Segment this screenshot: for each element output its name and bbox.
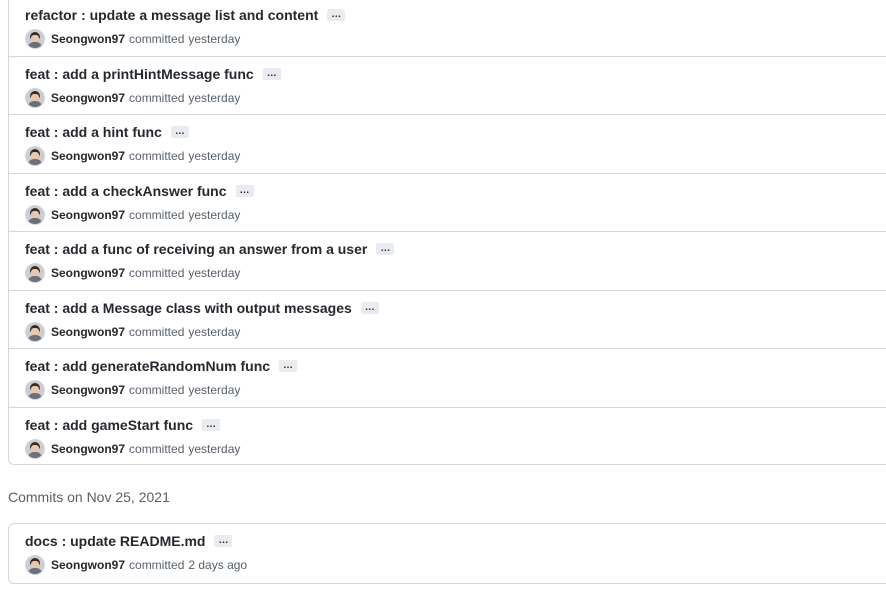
commit-message-link[interactable]: feat : add a checkAnswer func [25,183,227,199]
ellipsis-button[interactable]: … [262,67,281,80]
ellipsis-button[interactable]: … [279,360,298,372]
commit-title-line: feat : add a hint func … [25,124,189,140]
commit-author-link[interactable]: Seongwon97 [51,91,125,105]
avatar[interactable] [25,380,45,400]
commit-meta-line: Seongwon97 committed yesterday [25,321,241,342]
commit-message-link[interactable]: feat : add a printHintMessage func [25,66,254,82]
commit-row: feat : add a Message class with output m… [9,291,886,349]
commit-row: feat : add generateRandomNum func … Seon… [9,349,886,408]
commit-action: committed [129,207,185,222]
commit-time: yesterday [188,383,241,397]
commit-title-line: docs : update README.md … [25,533,233,549]
ellipsis-button[interactable]: … [170,126,189,138]
commit-time: 2 days ago [188,558,248,572]
commit-action: committed [129,441,185,456]
avatar[interactable] [25,438,45,459]
avatar[interactable] [25,146,45,166]
commit-meta-line: Seongwon97 committed yesterday [25,438,241,459]
avatar[interactable] [25,204,45,225]
commit-author-link[interactable]: Seongwon97 [51,325,125,339]
commit-meta-line: Seongwon97 committed yesterday [25,263,240,283]
ellipsis-button[interactable]: … [376,243,395,255]
avatar[interactable] [25,29,45,49]
commit-meta-line: Seongwon97 committed yesterday [25,29,240,49]
commit-title-line: refactor : update a message list and con… [25,7,346,23]
commit-row: feat : add a hint func … Seongwon97 comm… [9,115,886,174]
commit-meta-line: Seongwon97 committed yesterday [25,146,240,166]
commit-time: yesterday [188,32,241,46]
commit-title-line: feat : add generateRandomNum func … [25,358,298,374]
ellipsis-button[interactable]: … [235,184,254,197]
commit-list-group-1: refactor : update a message list and con… [8,0,886,465]
commit-time: yesterday [188,266,241,280]
commit-action: committed [129,324,185,339]
commits-date-heading: Commits on Nov 25, 2021 [8,489,170,505]
commit-action: committed [129,383,185,397]
commit-author-link[interactable]: Seongwon97 [51,149,125,163]
commit-row: docs : update README.md … Seongwon97 com… [9,524,886,583]
avatar[interactable] [25,263,45,283]
commit-action: committed [129,558,185,572]
commit-author-link[interactable]: Seongwon97 [51,266,125,280]
commit-message-link[interactable]: feat : add a Message class with output m… [25,300,352,316]
commit-message-link[interactable]: feat : add generateRandomNum func [25,358,270,374]
commit-time: yesterday [188,90,241,105]
commit-message-link[interactable]: refactor : update a message list and con… [25,7,318,23]
ellipsis-button[interactable]: … [327,9,346,21]
commit-author-link[interactable]: Seongwon97 [51,32,125,46]
commit-author-link[interactable]: Seongwon97 [51,558,125,572]
commit-time: yesterday [188,207,241,222]
commit-meta-line: Seongwon97 committed yesterday [25,87,241,108]
avatar[interactable] [25,321,45,342]
commit-message-link[interactable]: docs : update README.md [25,533,205,549]
commit-title-line: feat : add gameStart func … [25,417,221,433]
avatar[interactable] [25,555,45,575]
commit-title-line: feat : add a checkAnswer func … [25,183,254,199]
commit-list-group-2: docs : update README.md … Seongwon97 com… [8,523,886,584]
commit-author-link[interactable]: Seongwon97 [51,383,125,397]
commit-message-link[interactable]: feat : add a func of receiving an answer… [25,241,367,257]
commit-action: committed [129,266,185,280]
commit-meta-line: Seongwon97 committed yesterday [25,380,240,400]
commit-message-link[interactable]: feat : add a hint func [25,124,162,140]
commit-row: feat : add gameStart func … Seongwon97 c… [9,408,886,467]
commit-time: yesterday [188,149,241,163]
commit-row: feat : add a printHintMessage func … Seo… [9,57,886,115]
commit-author-link[interactable]: Seongwon97 [51,442,125,456]
commit-title-line: feat : add a func of receiving an answer… [25,241,395,257]
ellipsis-button[interactable]: … [214,535,233,547]
commit-row: feat : add a checkAnswer func … Seongwon… [9,174,886,232]
ellipsis-button[interactable]: … [202,418,221,431]
commit-row: refactor : update a message list and con… [9,0,886,57]
commit-time: yesterday [188,441,241,456]
commit-title-line: feat : add a Message class with output m… [25,300,379,316]
commit-time: yesterday [188,324,241,339]
ellipsis-button[interactable]: … [360,301,379,314]
commit-message-link[interactable]: feat : add gameStart func [25,417,193,433]
commit-author-link[interactable]: Seongwon97 [51,208,125,222]
commit-action: committed [129,149,185,163]
commit-action: committed [129,90,185,105]
commit-action: committed [129,32,185,46]
commit-title-line: feat : add a printHintMessage func … [25,66,281,82]
commit-meta-line: Seongwon97 committed yesterday [25,204,241,225]
commit-meta-line: Seongwon97 committed 2 days ago [25,555,247,575]
avatar[interactable] [25,87,45,108]
commit-row: feat : add a func of receiving an answer… [9,232,886,291]
